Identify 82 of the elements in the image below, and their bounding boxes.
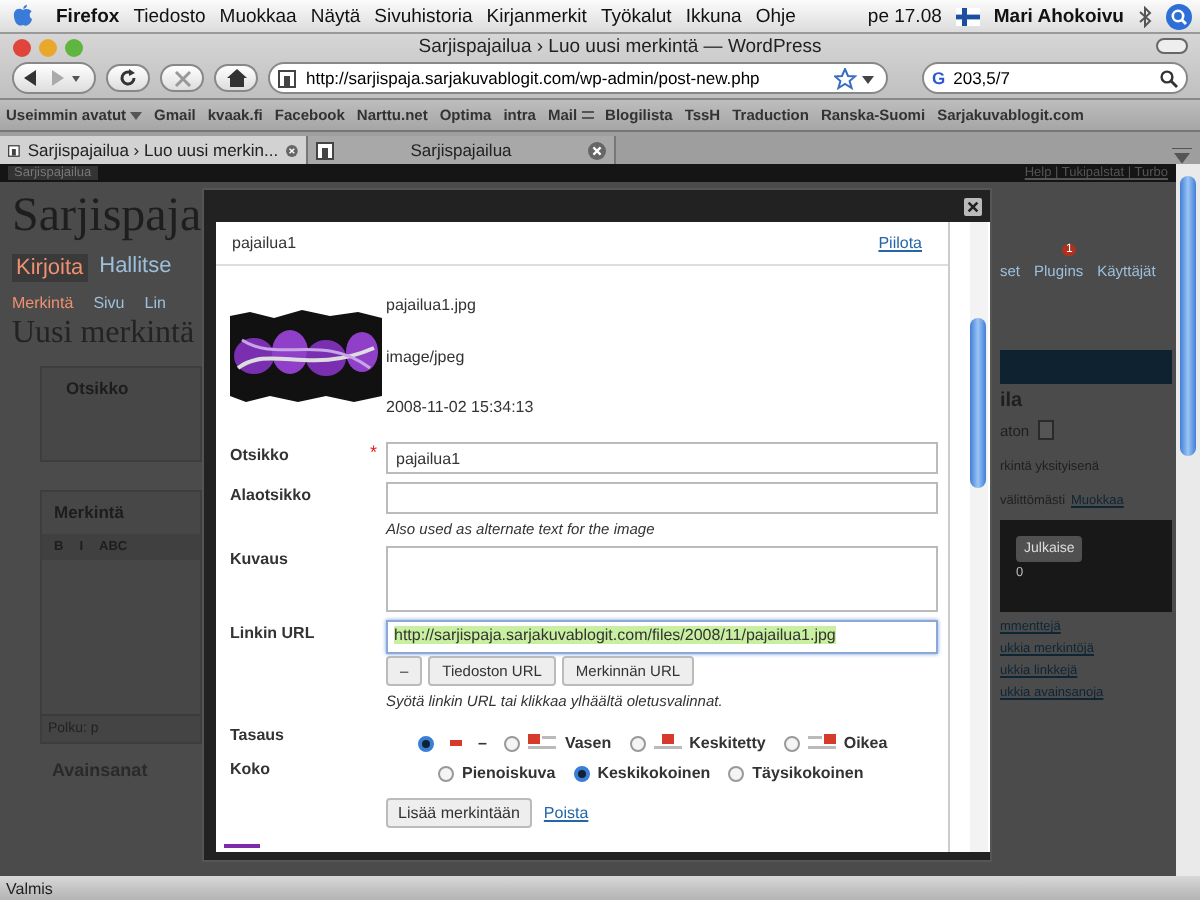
page-scrollbar[interactable]: [1176, 164, 1200, 876]
status-text: Valmis: [6, 879, 53, 897]
home-button[interactable]: [214, 64, 258, 92]
field-label: Kuvaus: [230, 548, 290, 572]
stop-icon[interactable]: [173, 69, 191, 87]
flag-icon[interactable]: [955, 7, 980, 25]
bluetooth-icon[interactable]: [1138, 5, 1152, 27]
align-right-icon: [807, 734, 836, 752]
file-name: pajailua1.jpg: [386, 296, 478, 314]
menu-item[interactable]: Ikkuna: [685, 5, 742, 27]
menu-clock[interactable]: pe 17.08: [867, 5, 942, 27]
menu-item[interactable]: Kirjanmerkit: [486, 5, 587, 27]
radio-button[interactable]: [573, 765, 590, 781]
toolbar-toggle-button[interactable]: [1156, 38, 1188, 54]
next-item-strip: [224, 844, 260, 848]
home-icon[interactable]: [225, 68, 247, 88]
close-icon[interactable]: [588, 141, 606, 159]
menu-item[interactable]: Työkalut: [600, 5, 672, 27]
field-label: Tasaus: [230, 724, 286, 748]
align-left-icon: [528, 734, 557, 752]
browser-tab[interactable]: Sarjispajailua › Luo uusi merkin...: [0, 136, 308, 164]
browser-tab[interactable]: Sarjispajailua: [308, 136, 616, 164]
reload-icon[interactable]: [118, 68, 138, 88]
field-label: Koko: [230, 758, 272, 782]
page-icon: [8, 141, 20, 159]
radio-button[interactable]: [418, 735, 434, 751]
search-engine-icon[interactable]: G: [932, 68, 946, 88]
media-title: pajailua1: [232, 234, 297, 252]
file-date: 2008-11-02 15:34:13: [386, 398, 534, 416]
admin-subnav-link[interactable]: Sivu: [93, 294, 125, 312]
radio-button[interactable]: [438, 765, 454, 781]
caret-icon[interactable]: [130, 111, 143, 119]
radio-label[interactable]: Keskitetty: [689, 734, 766, 752]
admin-subnav-link[interactable]: Lin: [144, 294, 166, 312]
search-icon[interactable]: [1160, 69, 1178, 87]
menu-lines-icon[interactable]: [581, 110, 594, 120]
delete-link[interactable]: Poista: [543, 804, 589, 822]
required-mark: *: [370, 442, 378, 462]
field-label: Otsikko: [230, 444, 291, 468]
radio-button[interactable]: [728, 765, 745, 781]
align-center-icon: [653, 734, 682, 752]
radio-label[interactable]: –: [478, 734, 487, 752]
radio-label[interactable]: Vasen: [564, 734, 612, 752]
apple-icon[interactable]: [12, 4, 34, 28]
search-field[interactable]: G 203,5/7: [922, 62, 1188, 94]
insert-button[interactable]: Lisää merkintään: [386, 798, 532, 828]
field-label: Alaotsikko: [230, 484, 313, 508]
file-type: image/jpeg: [386, 347, 467, 365]
stop-button[interactable]: [160, 64, 204, 92]
dialog-scrollbar[interactable]: [970, 222, 988, 852]
radio-button[interactable]: [783, 735, 800, 751]
star-icon[interactable]: [834, 67, 878, 89]
admin-nav-tab[interactable]: Kirjoita: [12, 254, 88, 282]
admin-nav-tab[interactable]: Hallitse: [99, 254, 172, 282]
menu-item[interactable]: Näytä: [310, 5, 361, 27]
close-icon[interactable]: [286, 141, 298, 159]
close-icon[interactable]: [964, 197, 982, 215]
admin-subnav-link[interactable]: Merkintä: [12, 294, 74, 312]
menu-item[interactable]: Muokkaa: [219, 5, 297, 27]
menu-item[interactable]: Ohje: [755, 5, 796, 27]
radio-label[interactable]: Täysikokoinen: [752, 764, 864, 782]
back-forward-button[interactable]: [12, 62, 96, 94]
menu-item[interactable]: Sivuhistoria: [374, 5, 473, 27]
text-field[interactable]: pajailua1: [386, 442, 938, 474]
user-name[interactable]: Mari Ahokoivu: [993, 5, 1124, 27]
url-field[interactable]: http://sarjispaja.sarjakuvablogit.com/files/2008/11/pajailua1.jpg: [386, 620, 938, 654]
menu-item[interactable]: Tiedosto: [133, 5, 206, 27]
tab-list-icon[interactable]: [1172, 148, 1192, 164]
text-field[interactable]: [386, 482, 938, 514]
radio-label[interactable]: Pienoiskuva: [462, 764, 556, 782]
page-icon: [278, 69, 296, 87]
radio-label[interactable]: Oikea: [843, 734, 888, 752]
reload-button[interactable]: [106, 64, 150, 92]
hide-link[interactable]: Piilota: [878, 234, 922, 252]
page-icon: [316, 141, 334, 159]
radio-button[interactable]: [629, 735, 646, 751]
address-field[interactable]: http://sarjispaja.sarjakuvablogit.com/wp-admin/post-new.php: [268, 62, 888, 94]
radio-label[interactable]: Keskikokoinen: [597, 764, 711, 782]
field-label: Linkin URL: [230, 622, 317, 646]
menu-item[interactable]: Firefox: [56, 5, 120, 27]
radio-button[interactable]: [504, 735, 521, 751]
window-title: Sarjispajailua › Luo uusi merkintä — WordPress: [416, 35, 824, 57]
